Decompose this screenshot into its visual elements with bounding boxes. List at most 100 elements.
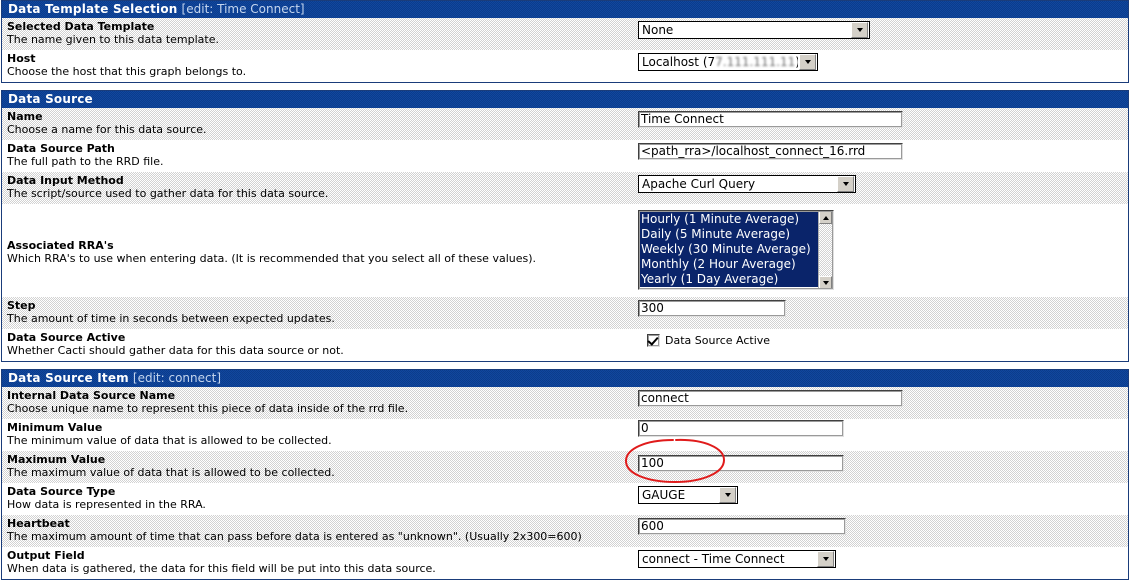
- field-labels: Name Choose a name for this data source.: [2, 108, 638, 139]
- field-description: Choose a name for this data source.: [7, 123, 207, 136]
- step-input[interactable]: 300: [638, 300, 786, 317]
- field-labels: Minimum Value The minimum value of data …: [2, 419, 638, 450]
- field-description: The script/source used to gather data fo…: [7, 187, 329, 200]
- heartbeat-input[interactable]: 600: [638, 518, 846, 535]
- list-item[interactable]: Weekly (30 Minute Average): [639, 242, 818, 257]
- field-row-data-source-path: Data Source Path The full path to the RR…: [2, 140, 1128, 172]
- field-row-name: Name Choose a name for this data source.…: [2, 108, 1128, 140]
- minimum-value-input[interactable]: 0: [638, 420, 844, 437]
- field-row-data-source-type: Data Source Type How data is represented…: [2, 483, 1128, 515]
- data-source-active-checkbox-wrap[interactable]: Data Source Active: [638, 334, 770, 347]
- scroll-down-icon[interactable]: [819, 276, 832, 289]
- field-labels: Data Source Active Whether Cacti should …: [2, 329, 638, 360]
- field-labels: Step The amount of time in seconds betwe…: [2, 297, 638, 328]
- field-labels: Maximum Value The maximum value of data …: [2, 451, 638, 482]
- field-labels: Data Input Method The script/source used…: [2, 172, 638, 203]
- maximum-value-input[interactable]: 100: [638, 455, 844, 472]
- field-label: Maximum Value: [7, 453, 106, 466]
- chevron-down-icon[interactable]: [817, 551, 834, 567]
- data-source-active-checkbox[interactable]: [647, 334, 660, 347]
- field-labels: Host Choose the host that this graph bel…: [2, 50, 638, 81]
- field-control: <path_rra>/localhost_connect_16.rrd: [638, 140, 1128, 165]
- list-item[interactable]: Monthly (2 Hour Average): [639, 257, 818, 272]
- field-row-heartbeat: Heartbeat The maximum amount of time tha…: [2, 515, 1128, 547]
- listbox-options: Hourly (1 Minute Average) Daily (5 Minut…: [639, 211, 818, 289]
- selected-data-template-select[interactable]: None: [638, 21, 870, 39]
- section-edit-context: [edit: Time Connect]: [181, 2, 305, 16]
- field-label: Data Source Type: [7, 485, 116, 498]
- chevron-down-icon[interactable]: [799, 54, 816, 70]
- field-control: 300: [638, 297, 1128, 322]
- field-row-host: Host Choose the host that this graph bel…: [2, 50, 1128, 82]
- section-title: Data Source: [8, 92, 93, 106]
- section-edit-context: [edit: connect]: [132, 371, 222, 385]
- field-row-data-source-active: Data Source Active Whether Cacti should …: [2, 329, 1128, 361]
- chevron-down-icon[interactable]: [719, 487, 736, 503]
- select-value: Localhost (77.111.111.11): [642, 54, 798, 70]
- chevron-down-icon[interactable]: [837, 176, 854, 192]
- data-input-method-select[interactable]: Apache Curl Query: [638, 175, 856, 193]
- field-labels: Internal Data Source Name Choose unique …: [2, 387, 638, 418]
- field-description: Choose the host that this graph belongs …: [7, 65, 247, 78]
- field-description: Whether Cacti should gather data for thi…: [7, 344, 344, 357]
- section-data-source-item: Data Source Item [edit: connect] Internal…: [1, 369, 1129, 580]
- host-select[interactable]: Localhost (77.111.111.11): [638, 53, 818, 71]
- field-label: Heartbeat: [7, 517, 70, 530]
- listbox-scrollbar[interactable]: [818, 211, 833, 289]
- field-label: Step: [7, 299, 36, 312]
- field-control: connect: [638, 387, 1128, 412]
- list-item[interactable]: Hourly (1 Minute Average): [639, 212, 818, 227]
- field-label: Selected Data Template: [7, 20, 155, 33]
- field-control: None: [638, 18, 1128, 41]
- data-source-name-input[interactable]: Time Connect: [638, 111, 903, 128]
- section-title: Data Source Item: [8, 371, 129, 385]
- list-item[interactable]: Daily (5 Minute Average): [639, 227, 818, 242]
- scroll-up-icon[interactable]: [819, 211, 832, 224]
- field-label: Minimum Value: [7, 421, 103, 434]
- field-description: The full path to the RRD file.: [7, 155, 164, 168]
- field-labels: Selected Data Template The name given to…: [2, 18, 638, 49]
- host-ip-redacted: 7.111.111.11: [715, 55, 796, 69]
- field-labels: Output Field When data is gathered, the …: [2, 547, 638, 578]
- field-control: 600: [638, 515, 1128, 540]
- field-description: The amount of time in seconds between ex…: [7, 312, 335, 325]
- field-row-maximum-value: Maximum Value The maximum value of data …: [2, 451, 1128, 483]
- internal-data-source-name-input[interactable]: connect: [638, 390, 903, 407]
- field-row-output-field: Output Field When data is gathered, the …: [2, 547, 1128, 579]
- data-source-type-select[interactable]: GAUGE: [638, 486, 738, 504]
- checkbox-label: Data Source Active: [665, 334, 771, 347]
- field-description: How data is represented in the RRA.: [7, 498, 206, 511]
- field-row-minimum-value: Minimum Value The minimum value of data …: [2, 419, 1128, 451]
- section-header-data-source-item: Data Source Item [edit: connect]: [2, 370, 1128, 387]
- field-control: 0: [638, 419, 1128, 442]
- field-description: The minimum value of data that is allowe…: [7, 434, 332, 447]
- field-control: GAUGE: [638, 483, 1128, 506]
- field-description: Which RRA's to use when entering data. (…: [7, 252, 537, 265]
- section-data-template-selection: Data Template Selection [edit: Time Conne…: [1, 0, 1129, 83]
- field-row-step: Step The amount of time in seconds betwe…: [2, 297, 1128, 329]
- section-header-data-source: Data Source: [2, 91, 1128, 108]
- list-item[interactable]: Yearly (1 Day Average): [639, 272, 818, 287]
- field-label: Data Input Method: [7, 174, 124, 187]
- associated-rras-listbox[interactable]: Hourly (1 Minute Average) Daily (5 Minut…: [638, 210, 834, 290]
- cacti-data-source-editor-page: Data Template Selection [edit: Time Conne…: [0, 0, 1130, 580]
- data-source-path-input[interactable]: <path_rra>/localhost_connect_16.rrd: [638, 143, 903, 160]
- field-control: 100: [638, 451, 1128, 477]
- field-row-associated-rras: Associated RRA's Which RRA's to use when…: [2, 204, 1128, 297]
- field-control: Localhost (77.111.111.11): [638, 50, 1128, 73]
- field-labels: Data Source Path The full path to the RR…: [2, 140, 638, 171]
- section-data-source: Data Source Name Choose a name for this …: [1, 90, 1129, 362]
- chevron-down-icon[interactable]: [851, 22, 868, 38]
- field-label: Associated RRA's: [7, 239, 114, 252]
- output-field-select[interactable]: connect - Time Connect: [638, 550, 836, 568]
- field-control: Time Connect: [638, 108, 1128, 133]
- field-description: Choose unique name to represent this pie…: [7, 402, 409, 415]
- field-control: Data Source Active: [638, 329, 1128, 352]
- field-label: Data Source Path: [7, 142, 115, 155]
- select-value: Apache Curl Query: [642, 177, 756, 191]
- field-control: Apache Curl Query: [638, 172, 1128, 195]
- section-title: Data Template Selection: [8, 2, 178, 16]
- field-row-selected-data-template: Selected Data Template The name given to…: [2, 18, 1128, 50]
- field-label: Internal Data Source Name: [7, 389, 176, 402]
- field-row-data-input-method: Data Input Method The script/source used…: [2, 172, 1128, 204]
